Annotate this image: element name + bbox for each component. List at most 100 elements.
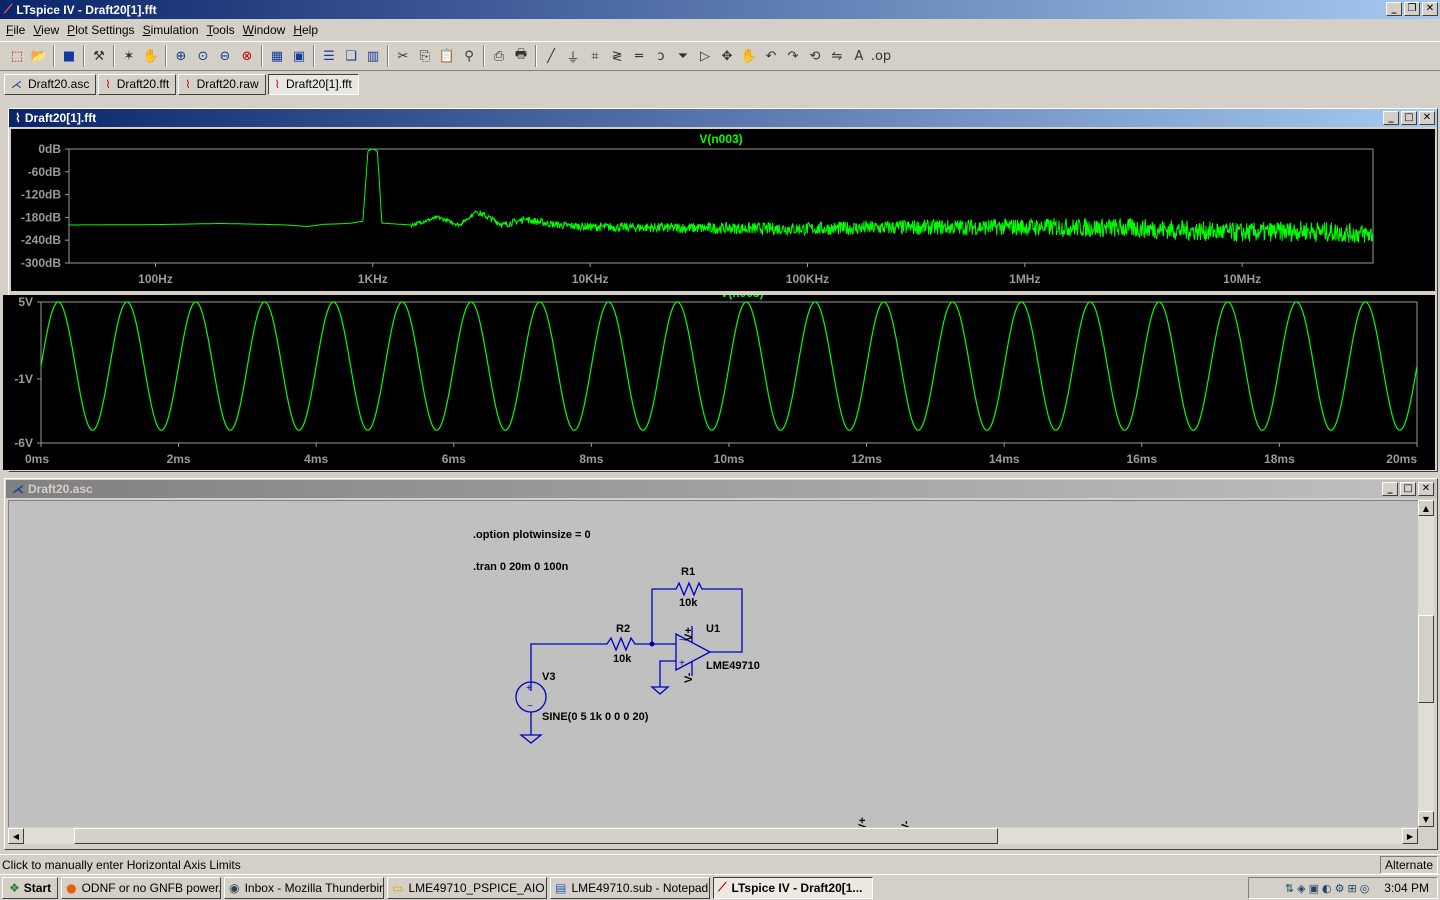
copy-icon[interactable]: ⎘ <box>414 45 436 67</box>
schematic-window-title-bar[interactable]: ⋌ Draft20.asc _ □ ✕ <box>6 480 1436 498</box>
net-label-vminus[interactable]: V- <box>900 821 912 827</box>
schematic-vertical-scrollbar[interactable]: ▲ ▼ <box>1418 500 1434 827</box>
menu-tools[interactable]: Tools <box>203 23 239 37</box>
undo-icon[interactable]: ↶ <box>760 45 782 67</box>
fft-window-title-bar[interactable]: ⌇ Draft20[1].fft _ □ ✕ <box>9 109 1437 127</box>
zoom-out-icon[interactable]: ⊖ <box>214 45 236 67</box>
diode-icon[interactable]: ⏷ <box>672 45 694 67</box>
update-icon[interactable]: ⚙ <box>1335 882 1345 895</box>
tab-draft20-asc[interactable]: ⋌ Draft20.asc <box>4 73 97 95</box>
u1-ref[interactable]: U1 <box>706 623 720 635</box>
wire-icon[interactable]: ╱ <box>540 45 562 67</box>
move-icon[interactable]: ✥ <box>716 45 738 67</box>
grid-icon[interactable]: ▣ <box>288 45 310 67</box>
fft-chart[interactable]: V(n003) 100Hz 1KHz 10KHz 100KHz 1MHz 10MHz 0dB -… <box>11 129 1435 291</box>
fft-plot-pane[interactable]: V(n003) 100Hz 1KHz 10KHz 100KHz 1MHz 10MHz 0dB -… <box>11 129 1435 291</box>
print-preview-icon[interactable]: ⎙ <box>488 45 510 67</box>
new-schematic-icon[interactable]: ⬚ <box>6 45 28 67</box>
paste-icon[interactable]: 📋 <box>436 45 458 67</box>
spice-directive-icon[interactable]: .op <box>870 45 892 67</box>
fft-close-button[interactable]: ✕ <box>1419 111 1435 125</box>
tran-directive[interactable]: .tran 0 20m 0 100n <box>473 561 568 573</box>
network-icon[interactable]: ⇅ <box>1285 882 1294 895</box>
connection-icon[interactable]: ⊞ <box>1347 882 1356 895</box>
start-button[interactable]: ❖ Start <box>2 876 59 899</box>
print-icon[interactable]: 🖶 <box>510 45 532 67</box>
u1-value[interactable]: LME49710 <box>706 660 760 672</box>
resistor-icon[interactable]: ≷ <box>606 45 628 67</box>
security-icon[interactable]: ◈ <box>1297 882 1305 895</box>
inductor-icon[interactable]: ↄ <box>650 45 672 67</box>
menu-simulation[interactable]: Simulation <box>139 23 203 37</box>
display-icon[interactable]: ▣ <box>1309 882 1319 895</box>
drag-icon[interactable]: ✋ <box>738 45 760 67</box>
zoom-pan-icon[interactable]: ⊙ <box>192 45 214 67</box>
ground-icon[interactable]: ⏚ <box>562 45 584 67</box>
r1-value[interactable]: 10k <box>679 597 697 609</box>
minimize-button[interactable]: _ <box>1386 2 1402 16</box>
menu-help[interactable]: Help <box>289 23 322 37</box>
net-label-vplus[interactable]: V+ <box>857 817 869 827</box>
scroll-left-button[interactable]: ◀ <box>8 828 24 844</box>
tab-draft20-1-fft[interactable]: ⌇ Draft20[1].fft <box>267 73 359 95</box>
notepad-icon: ▤ <box>555 880 567 895</box>
tab-draft20-raw[interactable]: ⌇ Draft20.raw <box>178 73 266 95</box>
menu-plot-settings[interactable]: Plot Settings <box>63 23 138 37</box>
autorange-icon[interactable]: ▦ <box>266 45 288 67</box>
clock[interactable]: 3:04 PM <box>1384 881 1429 895</box>
task-folder[interactable]: ▭ LME49710_PSPICE_AIO <box>387 876 548 899</box>
scroll-down-button[interactable]: ▼ <box>1418 811 1434 827</box>
vertical-scroll-thumb[interactable] <box>1418 615 1434 703</box>
zoom-in-icon[interactable]: ⊕ <box>170 45 192 67</box>
tile-horizontal-icon[interactable]: ☰ <box>318 45 340 67</box>
run-icon[interactable]: ✶ <box>118 45 140 67</box>
schematic-minimize-button[interactable]: _ <box>1382 482 1398 496</box>
task-thunderbird[interactable]: ◉ Inbox - Mozilla Thunderbird <box>224 876 385 899</box>
task-firefox[interactable]: ● ODNF or no GNFB power... <box>61 876 222 899</box>
redo-icon[interactable]: ↷ <box>782 45 804 67</box>
menu-file[interactable]: File <box>2 23 29 37</box>
r1-ref[interactable]: R1 <box>681 566 695 578</box>
tab-draft20-fft[interactable]: ⌇ Draft20.fft <box>98 73 177 95</box>
capacitor-icon[interactable]: ═ <box>628 45 650 67</box>
control-panel-icon[interactable]: ⚒ <box>88 45 110 67</box>
menu-view[interactable]: View <box>29 23 63 37</box>
task-notepad[interactable]: ▤ LME49710.sub - Notepad <box>550 876 711 899</box>
label-net-icon[interactable]: ⌗ <box>584 45 606 67</box>
schematic-close-button[interactable]: ✕ <box>1418 482 1434 496</box>
component-icon[interactable]: ▷ <box>694 45 716 67</box>
task-ltspice[interactable]: ⟋ LTspice IV - Draft20[1... <box>713 876 874 899</box>
halt-icon[interactable]: ✋ <box>140 45 162 67</box>
schematic-canvas[interactable]: + − − + .option plotwinsize = 0 .tran 0 … <box>8 500 1418 827</box>
bluetooth-icon[interactable]: ◎ <box>1360 882 1370 895</box>
rotate-icon[interactable]: ⟲ <box>804 45 826 67</box>
cut-icon[interactable]: ✂ <box>392 45 414 67</box>
transient-plot-pane[interactable]: V(n003) 0ms 2ms 4ms 6ms 8ms 10ms 12ms 14ms 16ms 18… <box>3 295 1435 470</box>
v3-ref[interactable]: V3 <box>542 671 555 683</box>
save-icon[interactable]: ■ <box>58 45 80 67</box>
menu-window[interactable]: Window <box>239 23 290 37</box>
volume-icon[interactable]: ◐ <box>1322 882 1332 895</box>
restore-button[interactable]: ❐ <box>1404 2 1420 16</box>
app-title-bar[interactable]: ⟋ LTspice IV - Draft20[1].fft _ ❐ ✕ <box>0 0 1440 19</box>
scroll-right-button[interactable]: ▶ <box>1402 828 1418 844</box>
schematic-maximize-button[interactable]: □ <box>1400 482 1416 496</box>
horizontal-scroll-thumb[interactable] <box>74 828 998 844</box>
option-directive[interactable]: .option plotwinsize = 0 <box>473 529 591 541</box>
tile-vertical-icon[interactable]: ▥ <box>362 45 384 67</box>
r2-ref[interactable]: R2 <box>616 623 630 635</box>
schematic-horizontal-scrollbar[interactable]: ◀ ▶ <box>8 828 1418 844</box>
transient-chart[interactable]: V(n003) 0ms 2ms 4ms 6ms 8ms 10ms 12ms 14ms 16ms 18… <box>3 295 1435 470</box>
open-icon[interactable]: 📂 <box>28 45 50 67</box>
find-icon[interactable]: ⚲ <box>458 45 480 67</box>
cascade-icon[interactable]: ❏ <box>340 45 362 67</box>
scroll-up-button[interactable]: ▲ <box>1418 500 1434 516</box>
text-icon[interactable]: A <box>848 45 870 67</box>
v3-value[interactable]: SINE(0 5 1k 0 0 0 20) <box>542 711 648 723</box>
fft-maximize-button[interactable]: □ <box>1401 111 1417 125</box>
close-button[interactable]: ✕ <box>1422 2 1438 16</box>
r2-value[interactable]: 10k <box>613 653 631 665</box>
zoom-fit-icon[interactable]: ⊗ <box>236 45 258 67</box>
fft-minimize-button[interactable]: _ <box>1383 111 1399 125</box>
mirror-icon[interactable]: ⇋ <box>826 45 848 67</box>
